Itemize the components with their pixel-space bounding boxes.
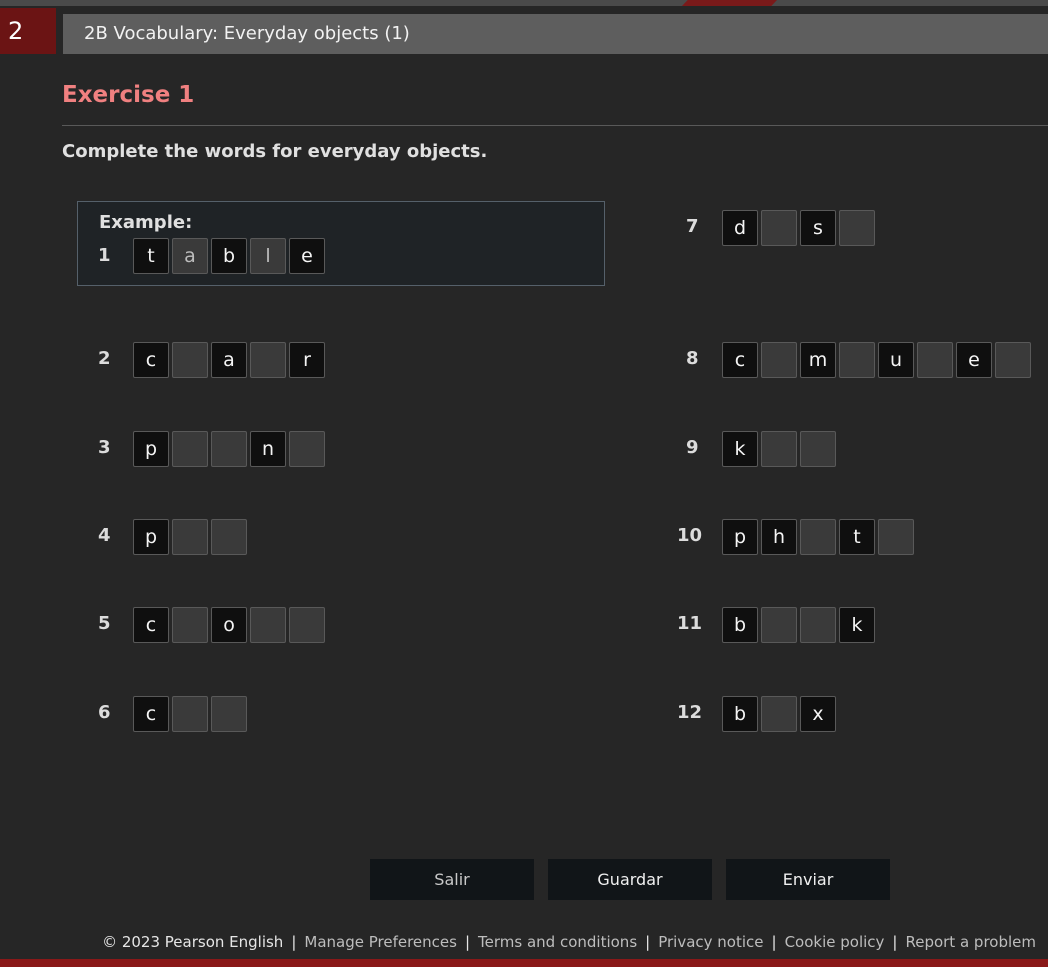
item-number: 1: [98, 245, 111, 266]
letter-input[interactable]: [800, 431, 836, 467]
item-number: 8: [686, 348, 699, 369]
letter-input[interactable]: [211, 431, 247, 467]
heading-divider: [62, 125, 1048, 126]
given-letter: c: [133, 696, 169, 732]
given-letter: c: [133, 342, 169, 378]
given-letter: c: [722, 342, 758, 378]
given-letter: m: [800, 342, 836, 378]
letter-input[interactable]: [172, 431, 208, 467]
word-cells: ph t: [722, 519, 914, 555]
activity-number-badge: 2: [0, 8, 56, 54]
item-number: 5: [98, 613, 111, 634]
letter-input[interactable]: [172, 607, 208, 643]
letter-input[interactable]: [761, 696, 797, 732]
given-letter: p: [722, 519, 758, 555]
footer-link-report-problem[interactable]: Report a problem: [905, 933, 1036, 951]
item-number: 7: [686, 216, 699, 237]
given-letter: b: [211, 238, 247, 274]
example-word: table: [133, 238, 325, 274]
item-number: 12: [677, 702, 703, 723]
item-number: 3: [98, 437, 111, 458]
given-letter: r: [289, 342, 325, 378]
top-strip: [0, 0, 1048, 6]
top-accent-stripe: [682, 0, 777, 6]
example-label: Example:: [99, 212, 193, 233]
given-letter: p: [133, 431, 169, 467]
item-number: 4: [98, 525, 111, 546]
copyright-text: © 2023 Pearson English: [102, 933, 284, 951]
letter-input[interactable]: [800, 519, 836, 555]
word-cells: bk: [722, 607, 875, 643]
letter-input[interactable]: [250, 607, 286, 643]
given-letter: x: [800, 696, 836, 732]
given-letter: k: [839, 607, 875, 643]
footer-link-manage-preferences[interactable]: Manage Preferences: [304, 933, 457, 951]
word-cells: pn: [133, 431, 325, 467]
given-letter: o: [211, 607, 247, 643]
given-letter: t: [133, 238, 169, 274]
given-letter: c: [133, 607, 169, 643]
word-cells: car: [133, 342, 325, 378]
given-letter: s: [800, 210, 836, 246]
item-number: 6: [98, 702, 111, 723]
given-letter: u: [878, 342, 914, 378]
footer-link-terms[interactable]: Terms and conditions: [478, 933, 637, 951]
letter-input[interactable]: [800, 607, 836, 643]
letter-input[interactable]: [289, 431, 325, 467]
word-cells: co: [133, 607, 325, 643]
given-letter: h: [761, 519, 797, 555]
given-letter: e: [956, 342, 992, 378]
page-title: 2B Vocabulary: Everyday objects (1): [63, 14, 1048, 54]
given-letter: t: [839, 519, 875, 555]
given-letter: n: [250, 431, 286, 467]
example-answer-letter: a: [172, 238, 208, 274]
word-cells: c: [133, 696, 247, 732]
letter-input[interactable]: [250, 342, 286, 378]
bottom-strip: [0, 959, 1048, 967]
exercise-instruction: Complete the words for everyday objects.: [62, 141, 488, 162]
item-number: 2: [98, 348, 111, 369]
letter-input[interactable]: [761, 210, 797, 246]
footer-link-privacy[interactable]: Privacy notice: [658, 933, 763, 951]
footer-link-cookie-policy[interactable]: Cookie policy: [785, 933, 885, 951]
letter-input[interactable]: [995, 342, 1031, 378]
given-letter: e: [289, 238, 325, 274]
letter-input[interactable]: [211, 696, 247, 732]
letter-input[interactable]: [211, 519, 247, 555]
example-answer-letter: l: [250, 238, 286, 274]
item-number: 11: [677, 613, 703, 634]
word-cells: p: [133, 519, 247, 555]
item-number: 9: [686, 437, 699, 458]
word-cells: k: [722, 431, 836, 467]
given-letter: b: [722, 607, 758, 643]
save-button[interactable]: Guardar: [548, 859, 712, 900]
letter-input[interactable]: [172, 519, 208, 555]
letter-input[interactable]: [172, 696, 208, 732]
given-letter: a: [211, 342, 247, 378]
given-letter: p: [133, 519, 169, 555]
letter-input[interactable]: [761, 342, 797, 378]
given-letter: k: [722, 431, 758, 467]
item-number: 10: [677, 525, 703, 546]
given-letter: b: [722, 696, 758, 732]
exercise-heading: Exercise 1: [62, 82, 195, 108]
letter-input[interactable]: [878, 519, 914, 555]
given-letter: d: [722, 210, 758, 246]
letter-input[interactable]: [289, 607, 325, 643]
letter-input[interactable]: [761, 607, 797, 643]
letter-input[interactable]: [839, 210, 875, 246]
letter-input[interactable]: [172, 342, 208, 378]
word-cells: cmue: [722, 342, 1031, 378]
word-cells: bx: [722, 696, 836, 732]
letter-input[interactable]: [839, 342, 875, 378]
footer: © 2023 Pearson English | Manage Preference…: [102, 933, 1036, 951]
letter-input[interactable]: [761, 431, 797, 467]
exit-button[interactable]: Salir: [370, 859, 534, 900]
submit-button[interactable]: Enviar: [726, 859, 890, 900]
letter-input[interactable]: [917, 342, 953, 378]
word-cells: ds: [722, 210, 875, 246]
